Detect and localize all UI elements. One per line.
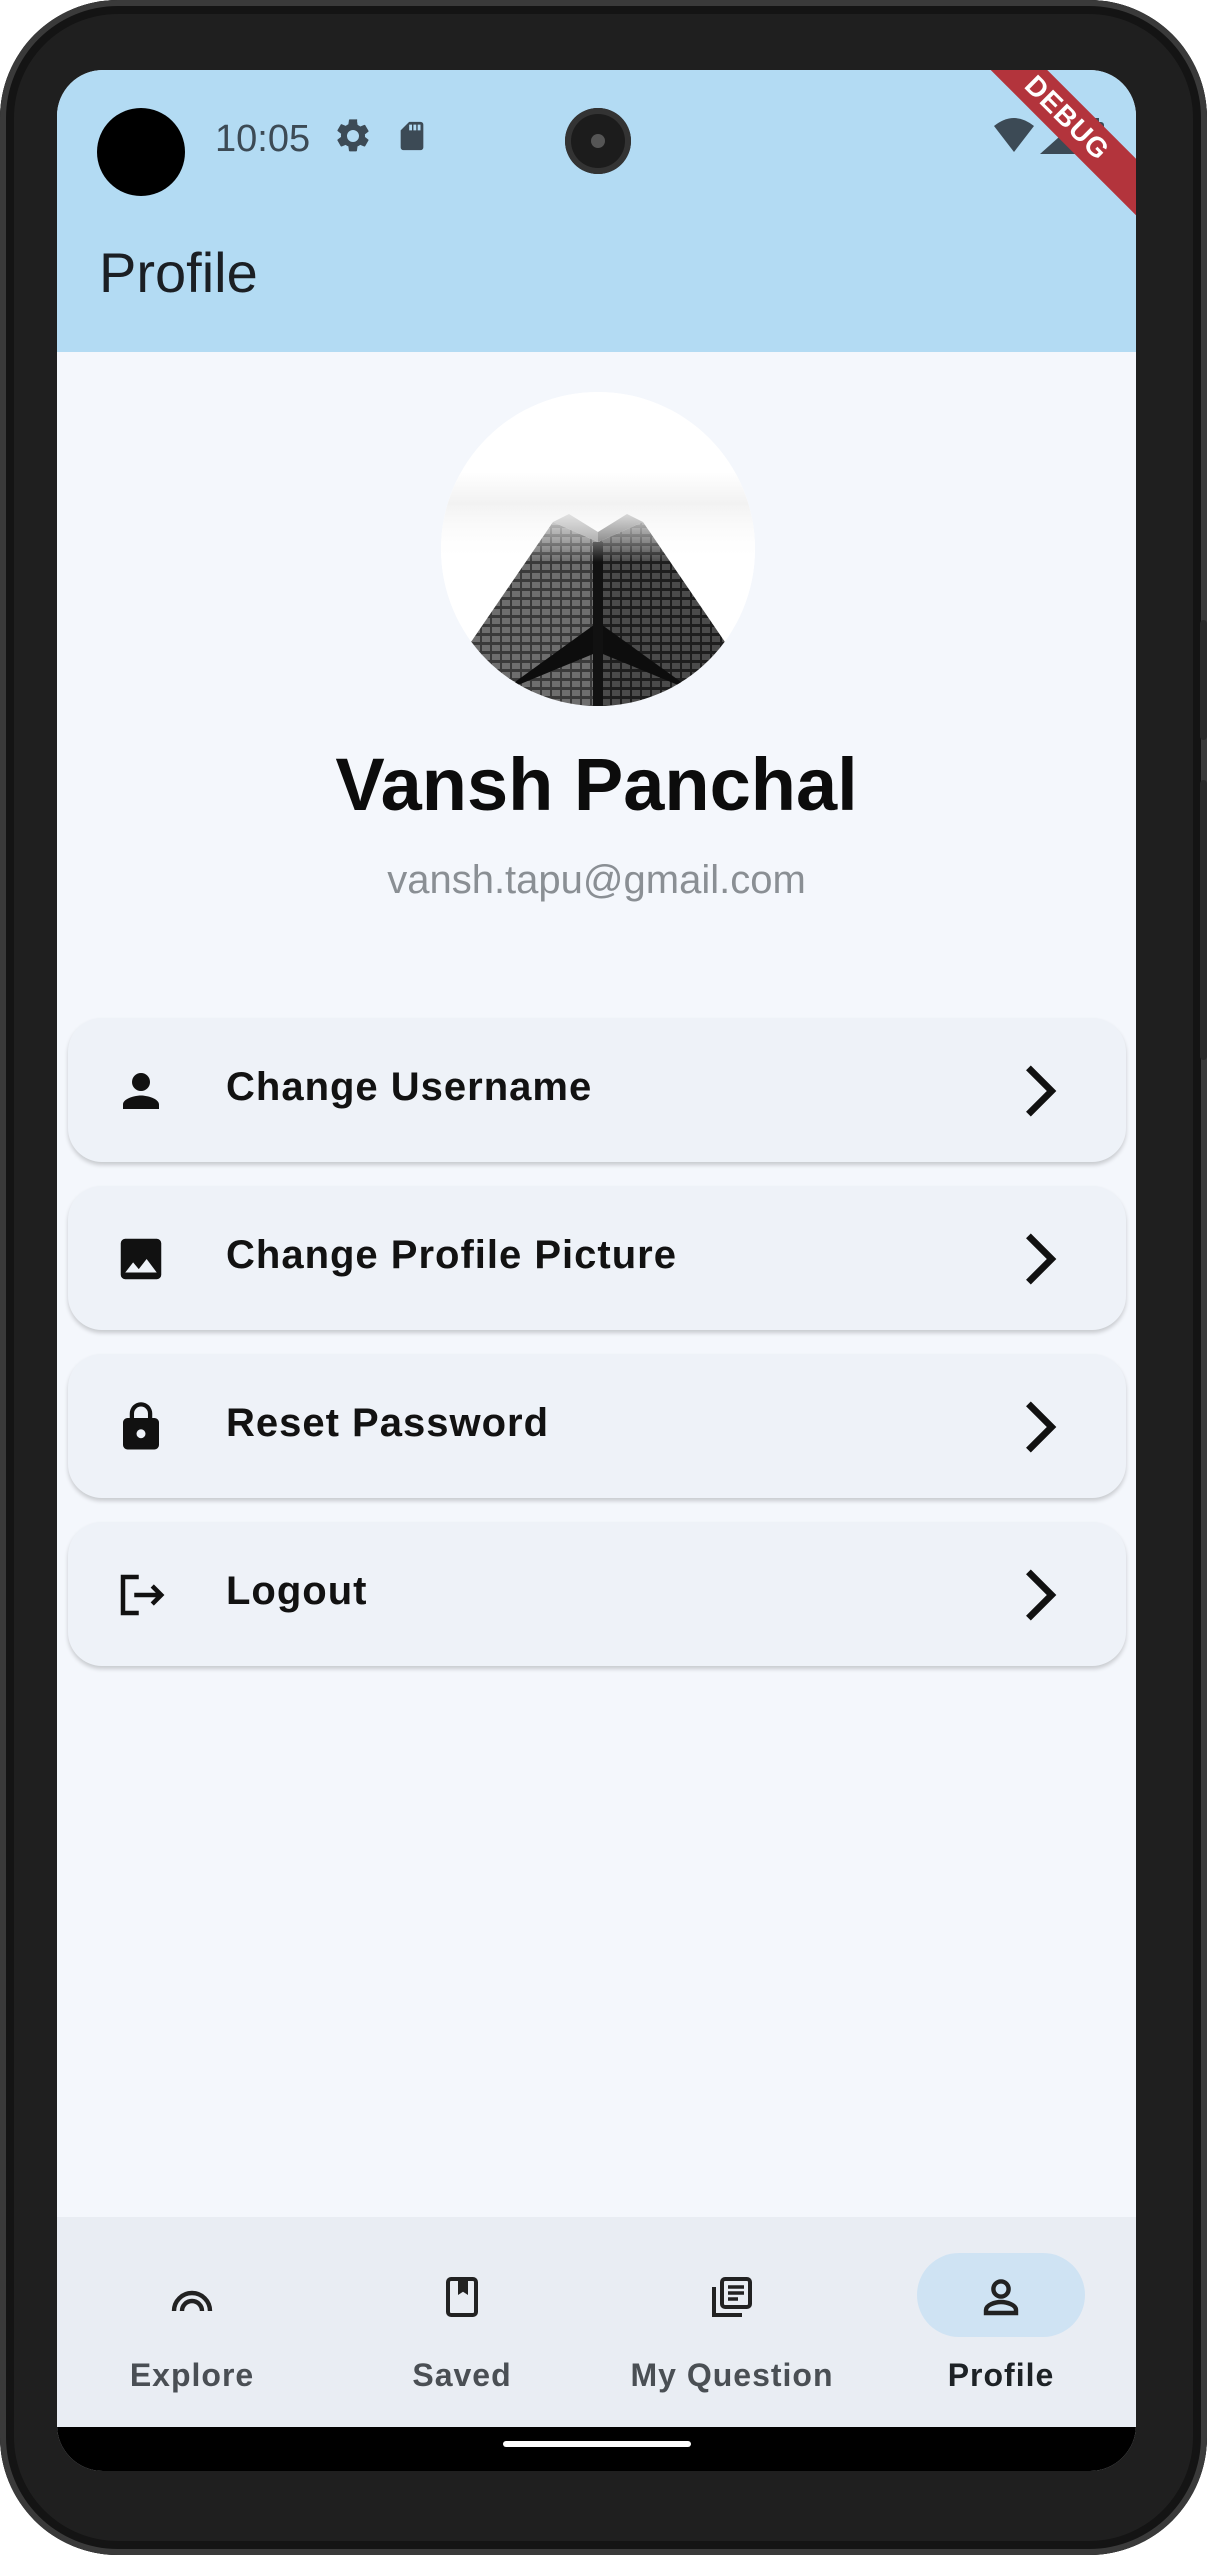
menu-label: Reset Password: [226, 1401, 550, 1445]
person-outline-icon: [983, 2279, 1019, 2316]
wifi-icon: [994, 118, 1034, 152]
menu-item-change-username[interactable]: Change Username: [68, 1018, 1126, 1162]
menu-label: Change Profile Picture: [226, 1233, 677, 1277]
sd-card-icon: [400, 121, 424, 151]
settings-icon: [337, 119, 369, 152]
chevron-right-icon: [1026, 1233, 1057, 1285]
screen: 10:05 Profile DEBUG Vansh Panchal vansh.…: [57, 70, 1136, 2471]
app-bar: 10:05 Profile DEBUG: [57, 70, 1136, 352]
nav-label: Profile: [947, 2357, 1055, 2393]
image-icon: [120, 1238, 162, 1280]
status-time: 10:05: [215, 118, 311, 160]
home-indicator[interactable]: [503, 2441, 691, 2447]
explore-icon: [171, 2290, 213, 2312]
menu-label: Logout: [226, 1569, 368, 1613]
user-email: vansh.tapu@gmail.com: [387, 858, 806, 902]
gesture-bar-area: [57, 2427, 1136, 2471]
menu-label: Change Username: [226, 1065, 593, 1109]
nav-label: Saved: [412, 2357, 512, 2393]
status-avatar-dot: [97, 108, 185, 196]
person-icon: [123, 1073, 159, 1109]
user-name: Vansh Panchal: [335, 743, 858, 826]
menu-item-logout[interactable]: Logout: [68, 1522, 1126, 1666]
bottom-navigation: Explore Saved My Question Profile: [57, 2217, 1136, 2427]
chevron-right-icon: [1026, 1065, 1057, 1117]
power-button: [1200, 620, 1207, 740]
menu-item-reset-password[interactable]: Reset Password: [68, 1354, 1126, 1498]
menu-item-change-profile-picture[interactable]: Change Profile Picture: [68, 1186, 1126, 1330]
skyscraper-photo: [441, 392, 755, 706]
page-title: Profile: [99, 241, 258, 304]
nav-item-my-question[interactable]: My Question: [597, 2217, 867, 2427]
chevron-right-icon: [1026, 1401, 1057, 1453]
article-icon: [712, 2277, 752, 2317]
lock-icon: [123, 1402, 159, 1450]
bookmark-icon: [446, 2277, 478, 2317]
nav-label: My Question: [630, 2357, 834, 2393]
status-bar: 10:05: [57, 70, 1136, 210]
logout-icon: [120, 1574, 165, 1616]
volume-button: [1200, 780, 1207, 1060]
chevron-right-icon: [1026, 1569, 1057, 1621]
front-camera: [565, 108, 631, 174]
avatar[interactable]: [441, 392, 755, 706]
nav-label: Explore: [129, 2357, 255, 2393]
nav-item-explore[interactable]: Explore: [57, 2217, 327, 2427]
nav-item-saved[interactable]: Saved: [327, 2217, 597, 2427]
nav-item-profile[interactable]: Profile: [866, 2217, 1136, 2427]
